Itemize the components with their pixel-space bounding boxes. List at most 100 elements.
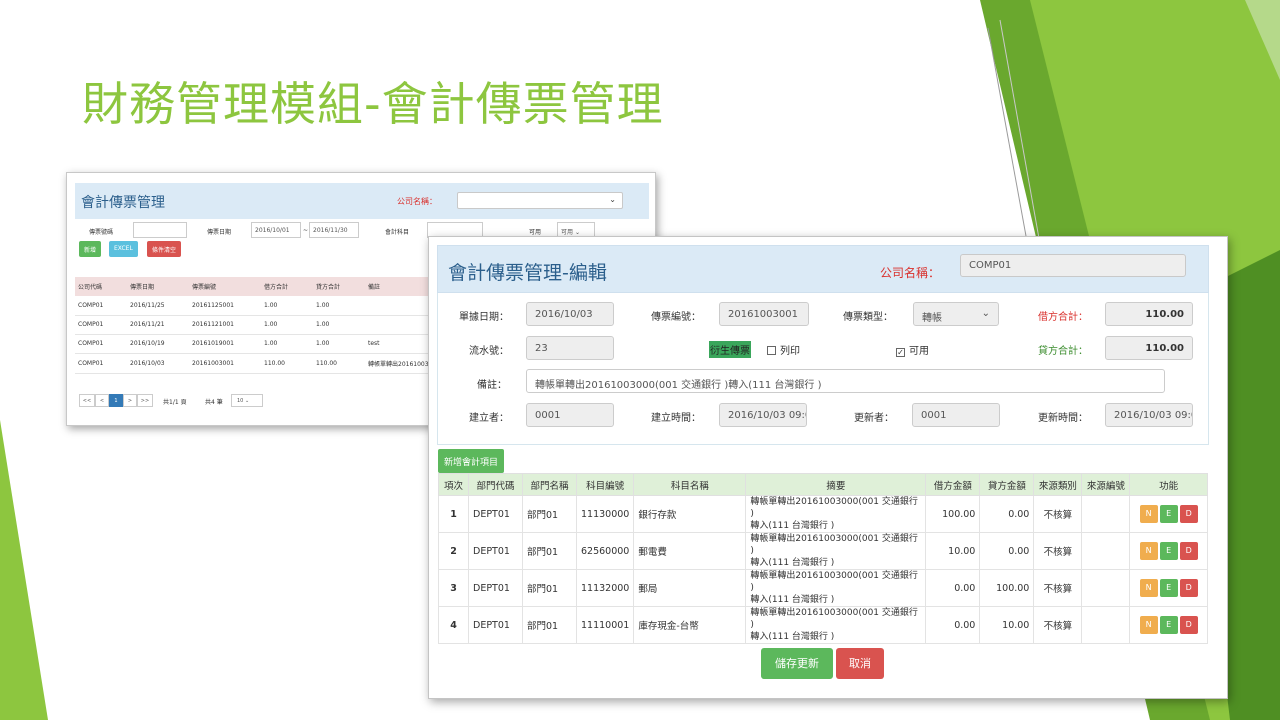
source-no: [1081, 569, 1131, 607]
add-account-item-button[interactable]: 新增會計項目: [438, 449, 505, 473]
row-actions: NED: [1129, 606, 1208, 644]
delete-row-button[interactable]: D: [1179, 505, 1198, 523]
page-info: 共1/1 頁: [163, 399, 187, 406]
serial-label: 流水號：: [469, 346, 509, 357]
available-label: 可用: [909, 346, 929, 357]
new-row-button[interactable]: N: [1139, 616, 1158, 634]
save-button[interactable]: 儲存更新: [761, 648, 833, 679]
last-page-button[interactable]: >>: [137, 394, 153, 407]
created-time-input[interactable]: 2016/10/03 09:0: [719, 403, 807, 427]
list-header: 會計傳票管理 公司名稱： ⌄: [75, 183, 649, 219]
summary-line: 轉帳單轉出20161003000(001 交通銀行 ): [750, 497, 918, 519]
item-no: 4: [438, 606, 469, 644]
delete-row-button[interactable]: D: [1179, 542, 1198, 560]
company-select[interactable]: ⌄: [457, 192, 623, 209]
edit-row-button[interactable]: E: [1159, 616, 1178, 634]
summary-line: 轉帳單轉出20161003000(001 交通銀行 ): [750, 608, 918, 630]
credit-total-input[interactable]: 110.00: [1105, 336, 1193, 360]
row-actions: NED: [1129, 495, 1208, 533]
column-header: 項次: [438, 473, 469, 496]
edit-row-button[interactable]: E: [1159, 542, 1178, 560]
table-row[interactable]: 3 DEPT01 部門01 11132000 郵局 轉帳單轉出201610030…: [438, 569, 1208, 607]
summary-line: 轉入(111 台灣銀行 ): [750, 632, 835, 642]
debit-amount: 0.00: [925, 569, 981, 607]
new-row-button[interactable]: N: [1139, 579, 1158, 597]
debit-total-input[interactable]: 110.00: [1105, 302, 1193, 326]
table-row[interactable]: 2 DEPT01 部門01 62560000 郵電費 轉帳單轉出20161003…: [438, 532, 1208, 570]
company-input[interactable]: COMP01: [960, 254, 1186, 277]
table-cell: 1.00: [261, 315, 313, 335]
doc-date-label: 單據日期：: [459, 312, 509, 323]
summary: 轉帳單轉出20161003000(001 交通銀行 ) 轉入(111 台灣銀行 ): [745, 495, 927, 533]
date-to-input[interactable]: 2016/11/30: [309, 222, 359, 238]
table-cell: 2016/11/25: [127, 296, 189, 316]
account-no: 11132000: [575, 569, 635, 607]
date-from-input[interactable]: 2016/10/01: [251, 222, 301, 238]
remark-input[interactable]: 轉帳單轉出20161003000(001 交通銀行 )轉入(111 台灣銀行 ): [526, 369, 1165, 393]
table-cell: COMP01: [75, 315, 127, 335]
credit-amount: 0.00: [979, 532, 1035, 570]
doc-date-input[interactable]: 2016/10/03: [526, 302, 614, 326]
page-size-select[interactable]: 10 ⌄: [231, 394, 263, 407]
excel-button[interactable]: EXCEL: [109, 241, 138, 257]
column-header: 貸方合計: [313, 277, 365, 296]
account-name: 庫存現金-台幣: [633, 606, 747, 644]
chevron-down-icon: ⌄: [244, 398, 250, 404]
dept-name: 部門01: [522, 606, 577, 644]
column-header: 借方合計: [261, 277, 313, 296]
table-cell: 1.00: [313, 334, 365, 354]
voucher-no-input[interactable]: [133, 222, 187, 238]
table-cell: 110.00: [261, 353, 313, 374]
dept-code: DEPT01: [468, 569, 523, 607]
updater-input[interactable]: 0001: [912, 403, 1000, 427]
source-no: [1081, 532, 1131, 570]
voucher-no-label: 傳票號碼: [89, 229, 114, 236]
checkbox-checked-icon: ✓: [896, 348, 905, 357]
table-row[interactable]: 1 DEPT01 部門01 11130000 銀行存款 轉帳單轉出2016100…: [438, 495, 1208, 533]
creator-input[interactable]: 0001: [526, 403, 614, 427]
table-cell: 20161019001: [189, 334, 261, 354]
column-header: 科目名稱: [633, 473, 747, 496]
available-value: 可用: [561, 229, 574, 236]
dept-code: DEPT01: [468, 606, 523, 644]
creator-label: 建立者：: [469, 413, 509, 424]
prev-page-button[interactable]: <: [95, 394, 109, 407]
edit-row-button[interactable]: E: [1159, 579, 1178, 597]
first-page-button[interactable]: <<: [79, 394, 95, 407]
available-checkbox[interactable]: ✓ 可用: [896, 342, 929, 357]
new-row-button[interactable]: N: [1139, 542, 1158, 560]
edit-row-button[interactable]: E: [1159, 505, 1178, 523]
column-header: 科目編號: [575, 473, 635, 496]
next-page-button[interactable]: >: [123, 394, 137, 407]
voucher-type-select[interactable]: 轉帳 ⌄: [913, 302, 999, 326]
voucher-no-input[interactable]: 20161003001: [719, 302, 809, 326]
company-label: 公司名稱：: [397, 197, 437, 206]
page-1-button[interactable]: 1: [109, 394, 123, 407]
credit-amount: 100.00: [979, 569, 1035, 607]
voucher-type-label: 傳票類型：: [843, 312, 893, 323]
updated-time-input[interactable]: 2016/10/03 09:0: [1105, 403, 1193, 427]
serial-input[interactable]: 23: [526, 336, 614, 360]
table-cell: COMP01: [75, 334, 127, 354]
add-button[interactable]: 新增: [79, 241, 102, 257]
reset-button[interactable]: 條件清空: [147, 241, 182, 257]
column-header: 借方金額: [925, 473, 981, 496]
table-cell: 2016/10/03: [127, 353, 189, 374]
cancel-button[interactable]: 取消: [836, 648, 884, 679]
voucher-no-label: 傳票編號：: [651, 312, 701, 323]
voucher-date-label: 傳票日期: [207, 229, 232, 236]
available-label: 可用: [529, 229, 542, 236]
table-row[interactable]: 4 DEPT01 部門01 11110001 庫存現金-台幣 轉帳單轉出2016…: [438, 606, 1208, 644]
credit-total-label: 貸方合計：: [1038, 346, 1088, 357]
print-checkbox[interactable]: 列印: [767, 342, 800, 357]
table-cell: COMP01: [75, 353, 127, 374]
table-cell: 20161003001: [189, 353, 261, 374]
delete-row-button[interactable]: D: [1179, 616, 1198, 634]
column-header: 公司代碼: [75, 277, 127, 296]
new-row-button[interactable]: N: [1139, 505, 1158, 523]
source-type: 不核算: [1033, 569, 1083, 607]
table-cell: 2016/11/21: [127, 315, 189, 335]
item-no: 1: [438, 495, 469, 533]
delete-row-button[interactable]: D: [1179, 579, 1198, 597]
chevron-down-icon: ⌄: [609, 195, 616, 204]
